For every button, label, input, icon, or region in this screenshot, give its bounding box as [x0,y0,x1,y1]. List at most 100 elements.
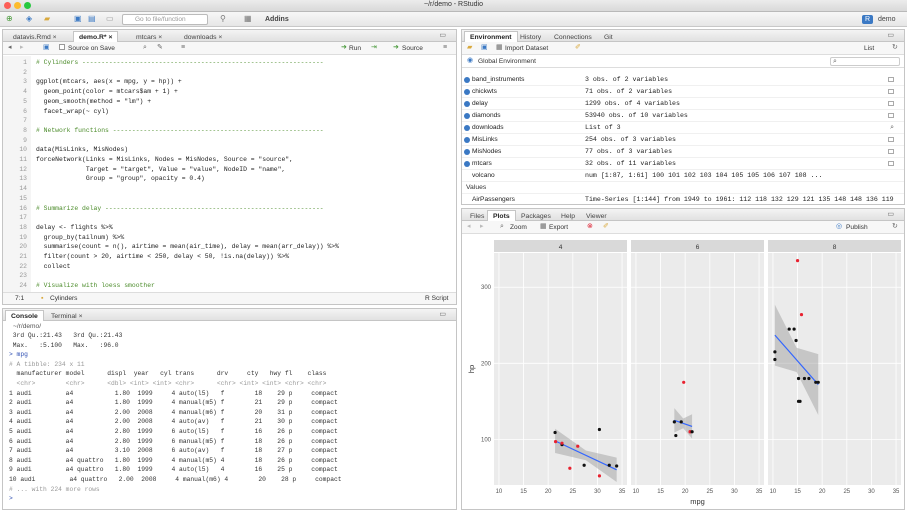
search-icon[interactable]: ⌕ [143,43,147,53]
zoom-button[interactable]: Zoom [510,224,527,231]
env-row-value[interactable]: AirPassengers Time-Series [1:144] from 19… [462,194,904,204]
tab-git[interactable]: Git [598,31,619,42]
inspect-icon[interactable]: ⌕ [890,123,894,133]
project-menu[interactable]: demo [878,14,896,25]
refresh-icon[interactable]: ↻ [892,222,898,232]
tab-datavis-rmd[interactable]: datavis.Rmd × [7,31,63,42]
broom-icon[interactable]: ✐ [575,43,581,53]
new-project-icon[interactable]: ◈ [26,14,32,24]
back-icon[interactable]: ◂ [8,43,12,53]
publish-icon: ◎ [836,223,843,230]
data-frame-icon[interactable] [464,137,470,143]
outline-toggle-icon[interactable]: ≡ [443,43,447,53]
env-row-mtcars[interactable]: mtcars 32 obs. of 11 variables [462,158,904,170]
env-var-name: mtcars [472,160,492,167]
env-row-volcano[interactable]: volcano num [1:87, 1:61] 100 101 102 103 … [462,170,904,182]
data-point [615,464,619,468]
env-row-downloads[interactable]: downloads List of 3 ⌕ [462,122,904,134]
env-row-delay[interactable]: delay 1299 obs. of 4 variables [462,98,904,110]
tab-plots[interactable]: Plots [487,210,516,221]
outline-icon[interactable]: ≡ [181,43,185,53]
data-frame-icon[interactable] [464,77,470,83]
tab-mtcars[interactable]: mtcars × [130,31,168,42]
goto-file-input[interactable]: Go to file/function [122,14,208,25]
view-table-icon[interactable] [888,77,894,82]
minimize-pane-icon[interactable]: ▭ [439,310,446,320]
tab-demo-r[interactable]: demo.R* × [73,31,119,42]
source-icon[interactable]: ➜ [393,43,399,53]
data-frame-icon[interactable] [464,101,470,107]
view-table-icon[interactable] [888,113,894,118]
env-search-input[interactable]: ⌕ [830,57,900,66]
minimize-pane-icon[interactable]: ▭ [887,31,894,41]
data-frame-icon[interactable] [464,125,470,131]
section-navigator[interactable]: Cylinders [50,295,77,302]
new-file-icon[interactable]: ⊕ [6,14,13,24]
import-dataset-button[interactable]: Import Dataset [505,45,548,52]
x-tick-label: 30 [731,489,738,495]
tab-packages[interactable]: Packages [515,210,557,221]
prev-plot-icon[interactable]: ◂ [467,222,471,232]
line-number: 4 [23,88,27,96]
broom-icon[interactable]: ✐ [603,222,609,232]
run-icon[interactable]: ➜ [341,43,347,53]
data-frame-icon[interactable] [464,149,470,155]
tab-help[interactable]: Help [555,210,581,221]
line-number: 24 [19,282,27,290]
file-type-menu[interactable]: R Script [425,295,448,302]
files-tab-bar: Files Plots Packages Help Viewer ▭ [462,209,904,221]
source-on-save-checkbox[interactable] [59,44,65,50]
tab-history[interactable]: History [514,31,547,42]
print-icon[interactable]: ▭ [106,14,114,24]
forward-icon[interactable]: ▸ [20,43,24,53]
view-table-icon[interactable] [888,137,894,142]
run-button[interactable]: Run [349,45,361,52]
tab-connections[interactable]: Connections [548,31,598,42]
source-button[interactable]: Source [402,45,423,52]
console-line: 2 audi a4 1.80 1999 4 manual(m5) f 21 29… [9,399,338,407]
view-table-icon[interactable] [888,149,894,154]
tab-downloads[interactable]: downloads × [178,31,228,42]
import-dataset-icon: ▦ [496,44,503,51]
env-row-diamonds[interactable]: diamonds 53940 obs. of 10 variables [462,110,904,122]
wand-icon[interactable]: ✎ [157,43,163,53]
save-icon[interactable]: ▣ [43,43,50,53]
save-all-icon[interactable]: ▤ [88,14,96,24]
x-tick-label: 25 [569,489,576,495]
rerun-icon[interactable]: ⇥ [371,43,377,53]
data-frame-icon[interactable] [464,113,470,119]
environment-scope-select[interactable]: Global Environment [478,58,536,65]
refresh-icon[interactable]: ↻ [892,43,898,53]
x-tick-label: 20 [545,489,552,495]
view-table-icon[interactable] [888,89,894,94]
save-icon[interactable]: ▣ [74,14,82,24]
data-frame-icon[interactable] [464,89,470,95]
env-row-chickwts[interactable]: chickwts 71 obs. of 2 variables [462,86,904,98]
view-table-icon[interactable] [888,161,894,166]
tab-console[interactable]: Console [5,310,44,321]
vcs-icon[interactable]: ⚲ [220,14,226,24]
env-row-band_instruments[interactable]: band_instruments 3 obs. of 2 variables [462,74,904,86]
code-line: geom_smooth(method = "lm") + [36,97,152,105]
open-file-icon[interactable]: ▰ [44,14,50,24]
minimize-pane-icon[interactable]: ▭ [439,31,446,41]
save-workspace-icon[interactable]: ▣ [481,43,488,53]
tab-viewer[interactable]: Viewer [580,210,613,221]
tab-environment[interactable]: Environment [464,31,518,42]
remove-plot-icon[interactable]: ⊗ [587,222,593,232]
env-row-mislinks[interactable]: MisLinks 254 obs. of 3 variables [462,134,904,146]
tab-terminal[interactable]: Terminal × [45,310,89,321]
console-line: 7 audi a4 3.10 2008 6 auto(av) f 18 27 p… [9,447,338,455]
list-view-menu[interactable]: List [864,45,874,52]
publish-button[interactable]: Publish [846,224,868,231]
next-plot-icon[interactable]: ▸ [480,222,484,232]
view-table-icon[interactable] [888,101,894,106]
data-point [787,327,791,331]
data-frame-icon[interactable] [464,161,470,167]
addins-menu[interactable]: Addins [265,14,289,25]
export-menu[interactable]: Export [549,224,568,231]
minimize-pane-icon[interactable]: ▭ [887,210,894,220]
layout-grid-icon[interactable]: ▦ [244,14,252,24]
load-workspace-icon[interactable]: ▰ [467,43,472,53]
env-row-misnodes[interactable]: MisNodes 77 obs. of 3 variables [462,146,904,158]
